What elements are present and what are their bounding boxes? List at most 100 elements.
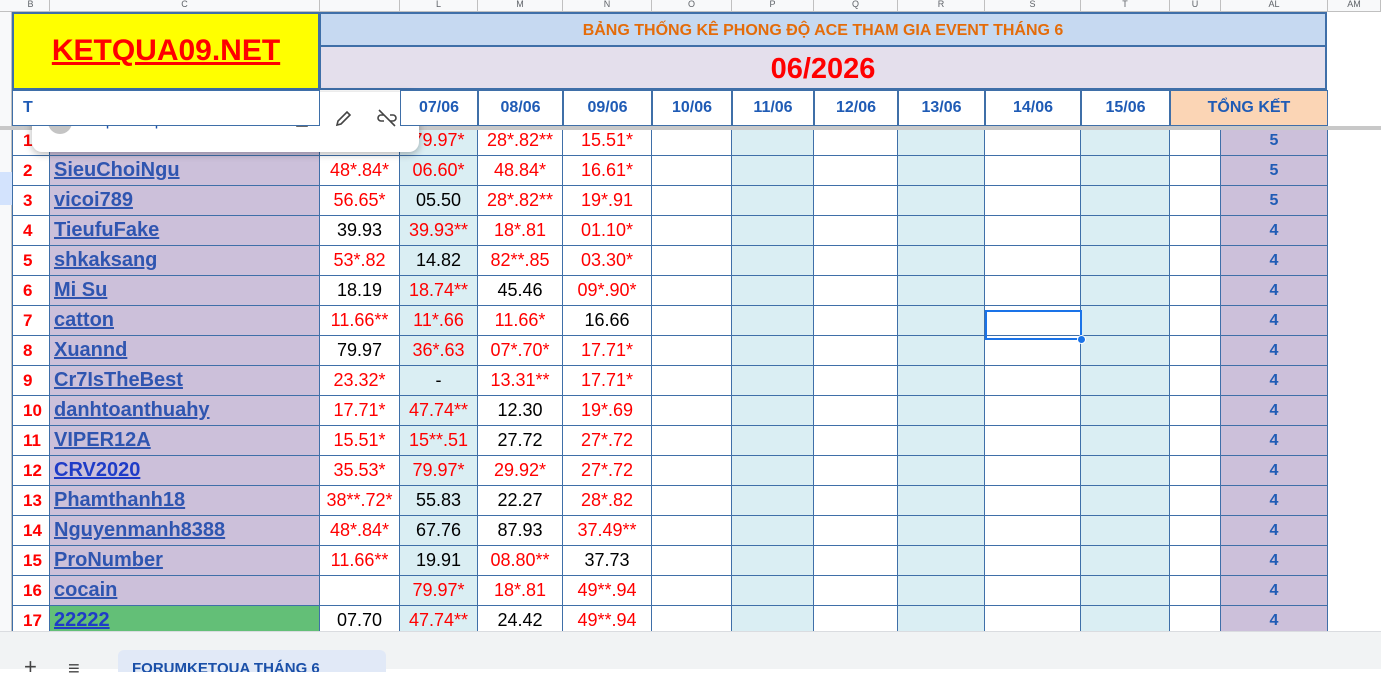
empty-cell[interactable]	[652, 246, 732, 276]
empty-cell[interactable]	[898, 306, 985, 336]
value-cell[interactable]: 36*.63	[400, 336, 478, 366]
empty-cell[interactable]	[1081, 276, 1170, 306]
empty-cell[interactable]	[1081, 130, 1170, 156]
empty-cell[interactable]	[814, 306, 898, 336]
value-cell[interactable]: 16.61*	[563, 156, 652, 186]
value-cell[interactable]: 11*.66	[400, 306, 478, 336]
value-cell[interactable]: 28*.82	[563, 486, 652, 516]
total-cell[interactable]: 4	[1221, 486, 1328, 516]
empty-cell[interactable]	[1081, 396, 1170, 426]
empty-cell[interactable]	[814, 130, 898, 156]
column-header[interactable]: Q	[814, 0, 898, 11]
header-date[interactable]: 09/06	[563, 90, 652, 126]
empty-cell[interactable]	[985, 366, 1081, 396]
column-header[interactable]: P	[732, 0, 814, 11]
empty-cell[interactable]	[1170, 486, 1221, 516]
empty-cell[interactable]	[898, 606, 985, 631]
member-name-link[interactable]: VIPER12A	[50, 426, 320, 456]
row-number-cell[interactable]: 4	[12, 216, 50, 246]
row-number-cell[interactable]: 2	[12, 156, 50, 186]
empty-cell[interactable]	[652, 306, 732, 336]
value-cell[interactable]: 18.19	[320, 276, 400, 306]
value-cell[interactable]: 53*.82	[320, 246, 400, 276]
empty-cell[interactable]	[814, 156, 898, 186]
empty-cell[interactable]	[732, 186, 814, 216]
empty-cell[interactable]	[732, 576, 814, 606]
value-cell[interactable]: 56.65*	[320, 186, 400, 216]
empty-cell[interactable]	[732, 486, 814, 516]
value-cell[interactable]: 37.73	[563, 546, 652, 576]
value-cell[interactable]: -	[400, 366, 478, 396]
column-header-strip[interactable]: B C L M N O P Q R S T U AL AM	[0, 0, 1381, 12]
total-cell[interactable]: 4	[1221, 336, 1328, 366]
member-name-link[interactable]: cocain	[50, 576, 320, 606]
empty-cell[interactable]	[652, 456, 732, 486]
empty-cell[interactable]	[814, 456, 898, 486]
empty-cell[interactable]	[985, 336, 1081, 366]
total-cell[interactable]: 4	[1221, 276, 1328, 306]
empty-cell[interactable]	[1170, 546, 1221, 576]
empty-cell[interactable]	[652, 576, 732, 606]
empty-cell[interactable]	[985, 246, 1081, 276]
value-cell[interactable]: 39.93**	[400, 216, 478, 246]
empty-cell[interactable]	[732, 276, 814, 306]
empty-cell[interactable]	[732, 336, 814, 366]
header-date[interactable]: 12/06	[814, 90, 898, 126]
empty-cell[interactable]	[814, 486, 898, 516]
empty-cell[interactable]	[898, 426, 985, 456]
column-header[interactable]: M	[478, 0, 563, 11]
value-cell[interactable]: 18.74**	[400, 276, 478, 306]
column-header[interactable]: O	[652, 0, 732, 11]
value-cell[interactable]: 15.51*	[563, 130, 652, 156]
value-cell[interactable]: 09*.90*	[563, 276, 652, 306]
empty-cell[interactable]	[1081, 246, 1170, 276]
value-cell[interactable]: 12.30	[478, 396, 563, 426]
value-cell[interactable]: 06.60*	[400, 156, 478, 186]
total-cell[interactable]: 4	[1221, 426, 1328, 456]
value-cell[interactable]: 23.32*	[320, 366, 400, 396]
value-cell[interactable]: 27.72	[478, 426, 563, 456]
value-cell[interactable]: 24.42	[478, 606, 563, 631]
column-header[interactable]: AM	[1328, 0, 1381, 11]
column-header[interactable]: T	[1081, 0, 1170, 11]
empty-cell[interactable]	[814, 246, 898, 276]
row-number-cell[interactable]: 13	[12, 486, 50, 516]
empty-cell[interactable]	[985, 546, 1081, 576]
total-cell[interactable]: 4	[1221, 366, 1328, 396]
value-cell[interactable]: 11.66*	[478, 306, 563, 336]
empty-cell[interactable]	[732, 456, 814, 486]
empty-cell[interactable]	[1170, 516, 1221, 546]
empty-cell[interactable]	[814, 336, 898, 366]
value-cell[interactable]: 49**.94	[563, 576, 652, 606]
logo-link[interactable]: KETQUA09.NET	[14, 34, 318, 68]
value-cell[interactable]: 13.31**	[478, 366, 563, 396]
value-cell[interactable]: 28*.82**	[478, 130, 563, 156]
remove-link-icon[interactable]	[373, 108, 401, 136]
empty-cell[interactable]	[1081, 306, 1170, 336]
empty-cell[interactable]	[1081, 576, 1170, 606]
member-name-link[interactable]: 22222	[50, 606, 320, 631]
value-cell[interactable]: 48.84*	[478, 156, 563, 186]
empty-cell[interactable]	[898, 130, 985, 156]
empty-cell[interactable]	[732, 156, 814, 186]
value-cell[interactable]: 08.80**	[478, 546, 563, 576]
column-header[interactable]: S	[985, 0, 1081, 11]
add-sheet-button[interactable]: +	[24, 654, 37, 680]
empty-cell[interactable]	[652, 426, 732, 456]
header-date[interactable]: 15/06	[1081, 90, 1170, 126]
empty-cell[interactable]	[732, 546, 814, 576]
column-header[interactable]: B	[12, 0, 50, 11]
empty-cell[interactable]	[652, 156, 732, 186]
empty-cell[interactable]	[652, 186, 732, 216]
value-cell[interactable]: 03.30*	[563, 246, 652, 276]
header-date[interactable]: 08/06	[478, 90, 563, 126]
all-sheets-menu-icon[interactable]: ≡	[68, 658, 80, 681]
member-name-link[interactable]: Mi Su	[50, 276, 320, 306]
value-cell[interactable]: 82**.85	[478, 246, 563, 276]
value-cell[interactable]: 47.74**	[400, 606, 478, 631]
empty-cell[interactable]	[1081, 366, 1170, 396]
empty-cell[interactable]	[1081, 426, 1170, 456]
empty-cell[interactable]	[652, 130, 732, 156]
empty-cell[interactable]	[732, 306, 814, 336]
empty-cell[interactable]	[985, 156, 1081, 186]
